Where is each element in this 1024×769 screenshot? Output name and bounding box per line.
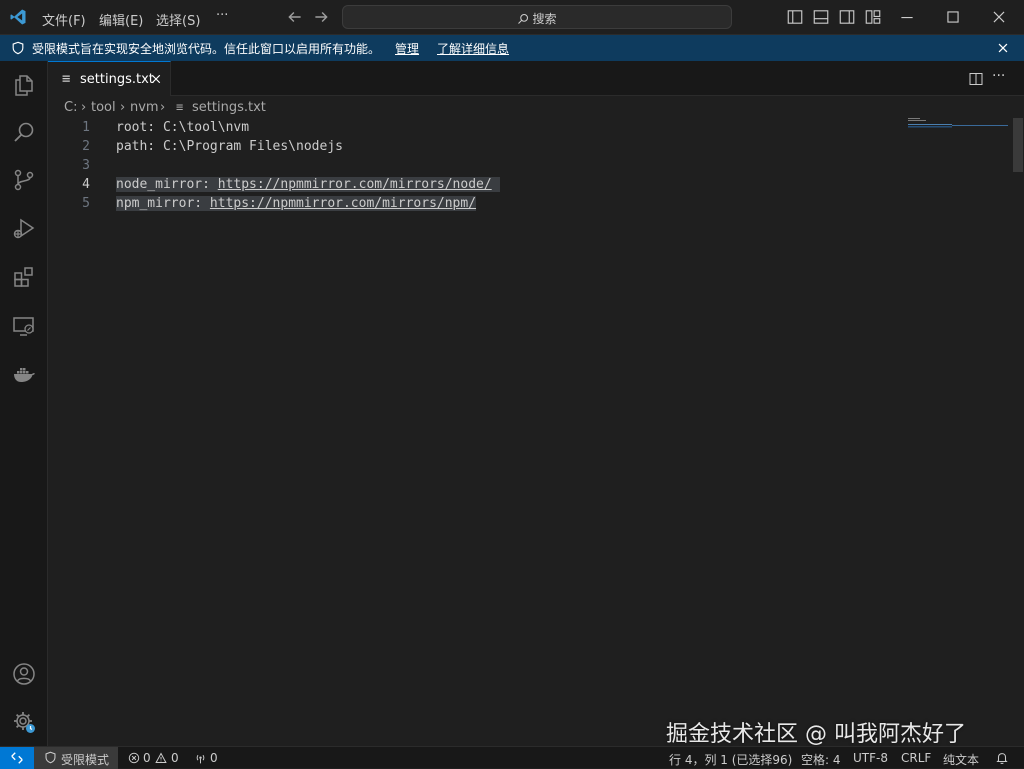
breadcrumb-drive[interactable]: C: xyxy=(64,100,77,115)
minimap[interactable] xyxy=(906,118,1008,138)
config-key: node_mirror: xyxy=(116,177,218,192)
menu-more[interactable]: ··· xyxy=(216,8,228,23)
text-file-icon: ≡ xyxy=(176,100,184,114)
maximize-icon[interactable] xyxy=(944,8,962,26)
warning-count: 0 xyxy=(171,751,179,765)
run-debug-icon[interactable] xyxy=(12,217,36,241)
bell-icon[interactable] xyxy=(995,751,1009,765)
menu-selection[interactable]: 选择(S) xyxy=(156,10,200,29)
more-actions-icon[interactable]: ··· xyxy=(992,68,1005,84)
selected-text: node_mirror: https://npmmirror.com/mirro… xyxy=(116,177,500,192)
activity-bar xyxy=(0,61,48,746)
line-text: path: C:\Program Files\nodejs xyxy=(116,139,343,154)
breadcrumb-nvm[interactable]: nvm xyxy=(130,100,159,115)
url-link[interactable]: https://npmmirror.com/mirrors/node/ xyxy=(218,177,492,192)
menu-edit[interactable]: 编辑(E) xyxy=(99,10,143,29)
chevron-right-icon: › xyxy=(81,100,87,115)
back-arrow-icon[interactable] xyxy=(286,8,304,26)
ports-status[interactable]: 0 xyxy=(194,747,222,769)
line-number: 2 xyxy=(82,139,90,154)
banner-learn-more-link[interactable]: 了解详细信息 xyxy=(437,40,509,57)
line-number: 1 xyxy=(82,120,90,135)
text-file-icon: ≡ xyxy=(62,71,71,87)
code-line[interactable]: 1 root: C:\tool\nvm xyxy=(48,118,898,137)
search-placeholder: 搜索 xyxy=(532,12,557,26)
problems-status[interactable]: 0 0 xyxy=(128,747,184,769)
broadcast-icon xyxy=(196,754,205,764)
encoding-status[interactable]: UTF-8 xyxy=(853,751,888,765)
ports-count: 0 xyxy=(210,751,218,765)
code-line[interactable]: 4 node_mirror: https://npmmirror.com/mir… xyxy=(48,175,898,194)
restricted-mode-banner: 受限模式旨在实现安全地浏览代码。信任此窗口以启用所有功能。 管理 了解详细信息 xyxy=(0,35,1024,61)
warning-icon xyxy=(155,752,167,763)
restricted-mode-label: 受限模式 xyxy=(61,753,110,767)
shield-icon xyxy=(45,751,56,764)
code-line[interactable]: 5 npm_mirror: https://npmmirror.com/mirr… xyxy=(48,194,898,213)
chevron-right-icon: › xyxy=(160,100,166,115)
breadcrumb-tool[interactable]: tool xyxy=(91,100,116,115)
search-icon[interactable] xyxy=(12,120,36,144)
editor-area[interactable]: 1 root: C:\tool\nvm 2 path: C:\Program F… xyxy=(48,118,1008,746)
toggle-primary-sidebar-icon[interactable] xyxy=(786,8,804,26)
scrollbar-thumb[interactable] xyxy=(1013,118,1023,172)
config-key: npm_mirror: xyxy=(116,196,210,211)
vertical-scrollbar[interactable] xyxy=(1010,118,1024,746)
shield-icon xyxy=(12,41,24,55)
close-icon[interactable] xyxy=(990,8,1008,26)
menu-file[interactable]: 文件(F) xyxy=(42,10,86,29)
toggle-panel-icon[interactable] xyxy=(812,8,830,26)
customize-layout-icon[interactable] xyxy=(864,8,882,26)
minimize-icon[interactable] xyxy=(898,8,916,26)
tab-label: settings.txt xyxy=(80,72,154,87)
selected-text: npm_mirror: https://npmmirror.com/mirror… xyxy=(116,196,477,211)
banner-message: 受限模式旨在实现安全地浏览代码。信任此窗口以启用所有功能。 xyxy=(32,42,381,56)
code-line[interactable]: 2 path: C:\Program Files\nodejs xyxy=(48,137,898,156)
docker-icon[interactable] xyxy=(12,362,36,386)
toggle-secondary-sidebar-icon[interactable] xyxy=(838,8,856,26)
command-center-search[interactable]: 搜索 xyxy=(342,5,732,29)
tab-close-icon[interactable] xyxy=(150,73,162,85)
url-link[interactable]: https://npmmirror.com/mirrors/npm/ xyxy=(210,196,476,211)
search-icon xyxy=(518,13,529,24)
banner-close-icon[interactable] xyxy=(996,41,1010,55)
remote-icon xyxy=(11,752,23,764)
chevron-right-icon: › xyxy=(120,100,126,115)
line-text: npm_mirror: https://npmmirror.com/mirror… xyxy=(116,194,477,213)
breadcrumb: C: › tool › nvm › ≡ settings.txt xyxy=(48,96,1024,118)
extensions-icon[interactable] xyxy=(12,265,36,289)
account-icon[interactable] xyxy=(12,662,36,686)
source-control-icon[interactable] xyxy=(12,168,36,192)
watermark: 掘金技术社区 @ 叫我阿杰好了 xyxy=(666,722,966,747)
restricted-mode-status[interactable]: 受限模式 xyxy=(34,747,118,769)
line-number: 3 xyxy=(82,158,90,173)
error-count: 0 xyxy=(143,751,151,765)
line-text: root: C:\tool\nvm xyxy=(116,120,250,135)
manage-gear-icon[interactable] xyxy=(12,710,36,734)
eol-status[interactable]: CRLF xyxy=(901,751,931,765)
language-mode-status[interactable]: 纯文本 xyxy=(943,751,979,768)
line-text: node_mirror: https://npmmirror.com/mirro… xyxy=(116,175,500,194)
cursor-position[interactable]: 行 4，列 1 (已选择96) xyxy=(669,751,792,768)
line-number: 4 xyxy=(82,177,90,192)
forward-arrow-icon[interactable] xyxy=(312,8,330,26)
status-bar: 受限模式 0 0 0 行 4，列 1 (已选择96) 空格: 4 UTF-8 C… xyxy=(0,746,1024,769)
code-line[interactable]: 3 xyxy=(48,156,898,175)
explorer-icon[interactable] xyxy=(12,73,36,97)
banner-manage-link[interactable]: 管理 xyxy=(395,40,419,57)
tab-settings-txt[interactable]: ≡ settings.txt xyxy=(48,61,171,96)
error-icon xyxy=(128,752,140,764)
remote-explorer-icon[interactable] xyxy=(12,314,36,338)
split-editor-icon[interactable] xyxy=(968,71,984,87)
editor-tab-bar: ≡ settings.txt ··· xyxy=(48,61,1024,96)
remote-indicator-button[interactable] xyxy=(0,747,34,769)
title-bar: 文件(F) 编辑(E) 选择(S) ··· 搜索 xyxy=(0,0,1024,35)
line-number: 5 xyxy=(82,196,90,211)
vscode-logo-icon xyxy=(10,9,26,25)
breadcrumb-file[interactable]: settings.txt xyxy=(192,100,266,115)
indentation-status[interactable]: 空格: 4 xyxy=(801,751,841,768)
